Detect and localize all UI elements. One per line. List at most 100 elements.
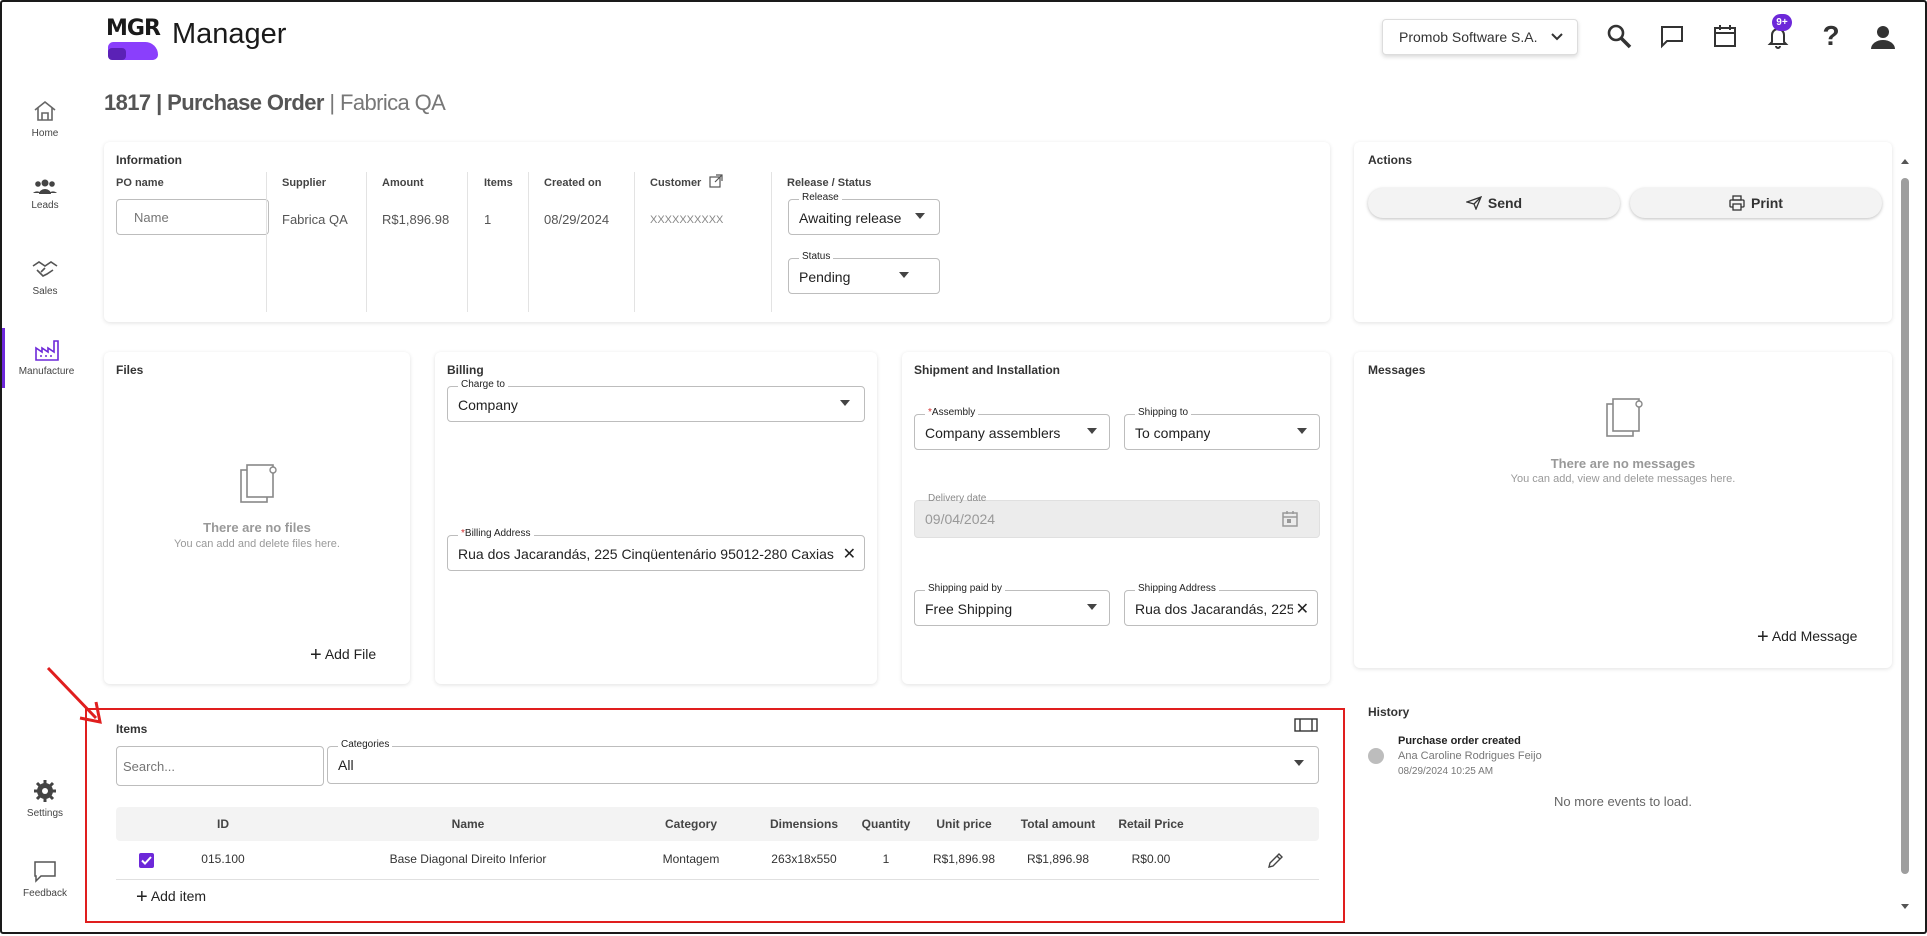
card-title: Information <box>116 153 182 167</box>
sidebar-item-label: Feedback <box>23 888 67 899</box>
empty-files-subtitle: You can add and delete files here. <box>174 538 340 550</box>
row-checkbox[interactable] <box>139 853 154 868</box>
add-file-label: Add File <box>324 646 377 662</box>
help-icon[interactable]: ? <box>1817 22 1845 50</box>
calendar-icon[interactable] <box>1281 510 1299 533</box>
empty-messages-title: There are no messages <box>1550 456 1696 471</box>
billing-address-value: Rua dos Jacarandás, 225 Cinqüentenário 9… <box>458 546 838 562</box>
delivery-date-label: Delivery date <box>928 493 987 504</box>
release-select[interactable]: Release Awaiting release <box>788 192 940 235</box>
sidebar-item-settings[interactable]: Settings <box>2 768 88 828</box>
history-event-dot <box>1368 748 1384 764</box>
chat-icon <box>34 861 56 883</box>
shipping-address-value: Rua dos Jacarandás, 225 Cinqüentenário <box>1135 601 1293 617</box>
sidebar: Home Leads Sales Manufacture Settings Fe… <box>2 68 88 932</box>
sidebar-item-label: Sales <box>32 286 58 297</box>
scroll-up-arrow[interactable] <box>1899 152 1911 164</box>
message-icon[interactable] <box>1658 22 1686 50</box>
dropdown-arrow-icon <box>1087 604 1097 610</box>
sidebar-item-label: Settings <box>26 808 64 819</box>
shipping-to-select[interactable]: Shipping to To company <box>1124 407 1320 450</box>
charge-to-value: Company <box>458 397 518 413</box>
send-icon <box>1464 195 1483 211</box>
gear-icon <box>34 780 56 802</box>
items-value: 1 <box>484 212 492 227</box>
sidebar-item-feedback[interactable]: Feedback <box>2 848 88 908</box>
plus-icon: + <box>310 644 322 666</box>
billing-card: Billing Charge to Company *Billing Addre… <box>435 352 877 684</box>
empty-files-title: There are no files <box>203 520 311 535</box>
scrollbar-thumb[interactable] <box>1901 178 1909 874</box>
column-header-id[interactable]: ID <box>196 807 250 841</box>
dropdown-arrow-icon <box>840 400 850 406</box>
add-message-button[interactable]: + Add Message <box>1757 626 1857 649</box>
external-link-icon[interactable] <box>709 174 723 193</box>
supplier-value: Fabrica QA <box>282 212 348 227</box>
release-value: Awaiting release <box>799 210 902 226</box>
column-toggle-icon[interactable] <box>1294 717 1318 738</box>
charge-to-select[interactable]: Charge to Company <box>447 379 865 422</box>
sidebar-item-leads[interactable]: Leads <box>2 168 88 228</box>
column-header-total-amount[interactable]: Total amount <box>1012 807 1104 841</box>
column-header-unit-price[interactable]: Unit price <box>926 807 1002 841</box>
dropdown-arrow-icon <box>1294 760 1304 766</box>
print-button[interactable]: Print <box>1630 188 1882 218</box>
items-search-input[interactable] <box>116 746 324 786</box>
created-label: Created on <box>544 177 602 189</box>
plus-icon: + <box>1757 626 1769 648</box>
sidebar-item-home[interactable]: Home <box>2 88 88 148</box>
billing-address-field[interactable]: *Billing Address Rua dos Jacarandás, 225… <box>447 528 865 571</box>
company-selector[interactable]: Promob Software S.A. <box>1382 19 1578 55</box>
delivery-date-field[interactable]: Delivery date 09/04/2024 <box>914 493 1320 538</box>
logo-shape-accent <box>108 48 126 60</box>
calendar-icon[interactable] <box>1711 22 1739 50</box>
divider <box>266 172 267 312</box>
scroll-down-arrow[interactable] <box>1899 898 1911 909</box>
items-title: Items <box>116 722 148 736</box>
divider <box>771 172 772 312</box>
sidebar-item-sales[interactable]: Sales <box>2 248 88 308</box>
shipping-paid-select[interactable]: Shipping paid by Free Shipping <box>914 583 1110 626</box>
cell-quantity: 1 <box>882 852 890 866</box>
column-header-quantity[interactable]: Quantity <box>856 807 916 841</box>
send-button[interactable]: Send <box>1368 188 1620 218</box>
notification-badge: 9+ <box>1772 14 1792 31</box>
search-icon[interactable] <box>1605 22 1633 50</box>
app-logo[interactable]: MGR <box>106 16 161 60</box>
add-item-button[interactable]: + Add item <box>136 886 206 909</box>
title-separator: | <box>156 90 162 115</box>
column-header-dimensions[interactable]: Dimensions <box>764 807 844 841</box>
amount-value: R$1,896.98 <box>382 212 450 227</box>
card-title: Billing <box>447 363 484 377</box>
sidebar-item-manufacture[interactable]: Manufacture <box>2 328 88 388</box>
history-event-user: Ana Caroline Rodrigues Feijo <box>1398 750 1542 762</box>
column-header-category[interactable]: Category <box>656 807 726 841</box>
po-name-input[interactable] <box>116 199 269 235</box>
column-header-retail-price[interactable]: Retail Price <box>1108 807 1194 841</box>
status-select[interactable]: Status Pending <box>788 251 940 294</box>
actions-card: Actions Send Print <box>1354 142 1892 322</box>
add-file-button[interactable]: + Add File <box>310 644 376 667</box>
cell-retail-price: R$0.00 <box>1131 852 1171 866</box>
user-icon[interactable] <box>1868 22 1896 50</box>
assembly-label: Assembly <box>931 407 976 418</box>
status-value: Pending <box>799 269 851 285</box>
column-header-name[interactable]: Name <box>368 807 568 841</box>
files-card: Files There are no files You can add and… <box>104 352 410 684</box>
information-card: Information PO name Supplier Fabrica QA … <box>104 142 1330 322</box>
clear-icon[interactable]: ✕ <box>843 544 856 564</box>
edit-icon[interactable] <box>1266 852 1284 875</box>
categories-select[interactable]: Categories All <box>327 739 1319 784</box>
clear-icon[interactable]: ✕ <box>1296 599 1309 619</box>
cell-category: Montagem <box>662 852 720 866</box>
shipping-address-field[interactable]: Shipping Address Rua dos Jacarandás, 225… <box>1124 583 1318 626</box>
divider <box>634 172 635 312</box>
status-label: Status <box>799 251 834 262</box>
release-status-label: Release / Status <box>787 177 872 189</box>
dropdown-arrow-icon <box>1087 428 1097 434</box>
assembly-select[interactable]: *Assembly Company assemblers <box>914 407 1110 450</box>
history-end-text: No more events to load. <box>1553 794 1693 809</box>
shipping-address-label: Shipping Address <box>1135 583 1219 594</box>
categories-value: All <box>338 757 354 773</box>
table-row[interactable]: 015.100 Base Diagonal Direito Inferior M… <box>116 842 1319 880</box>
